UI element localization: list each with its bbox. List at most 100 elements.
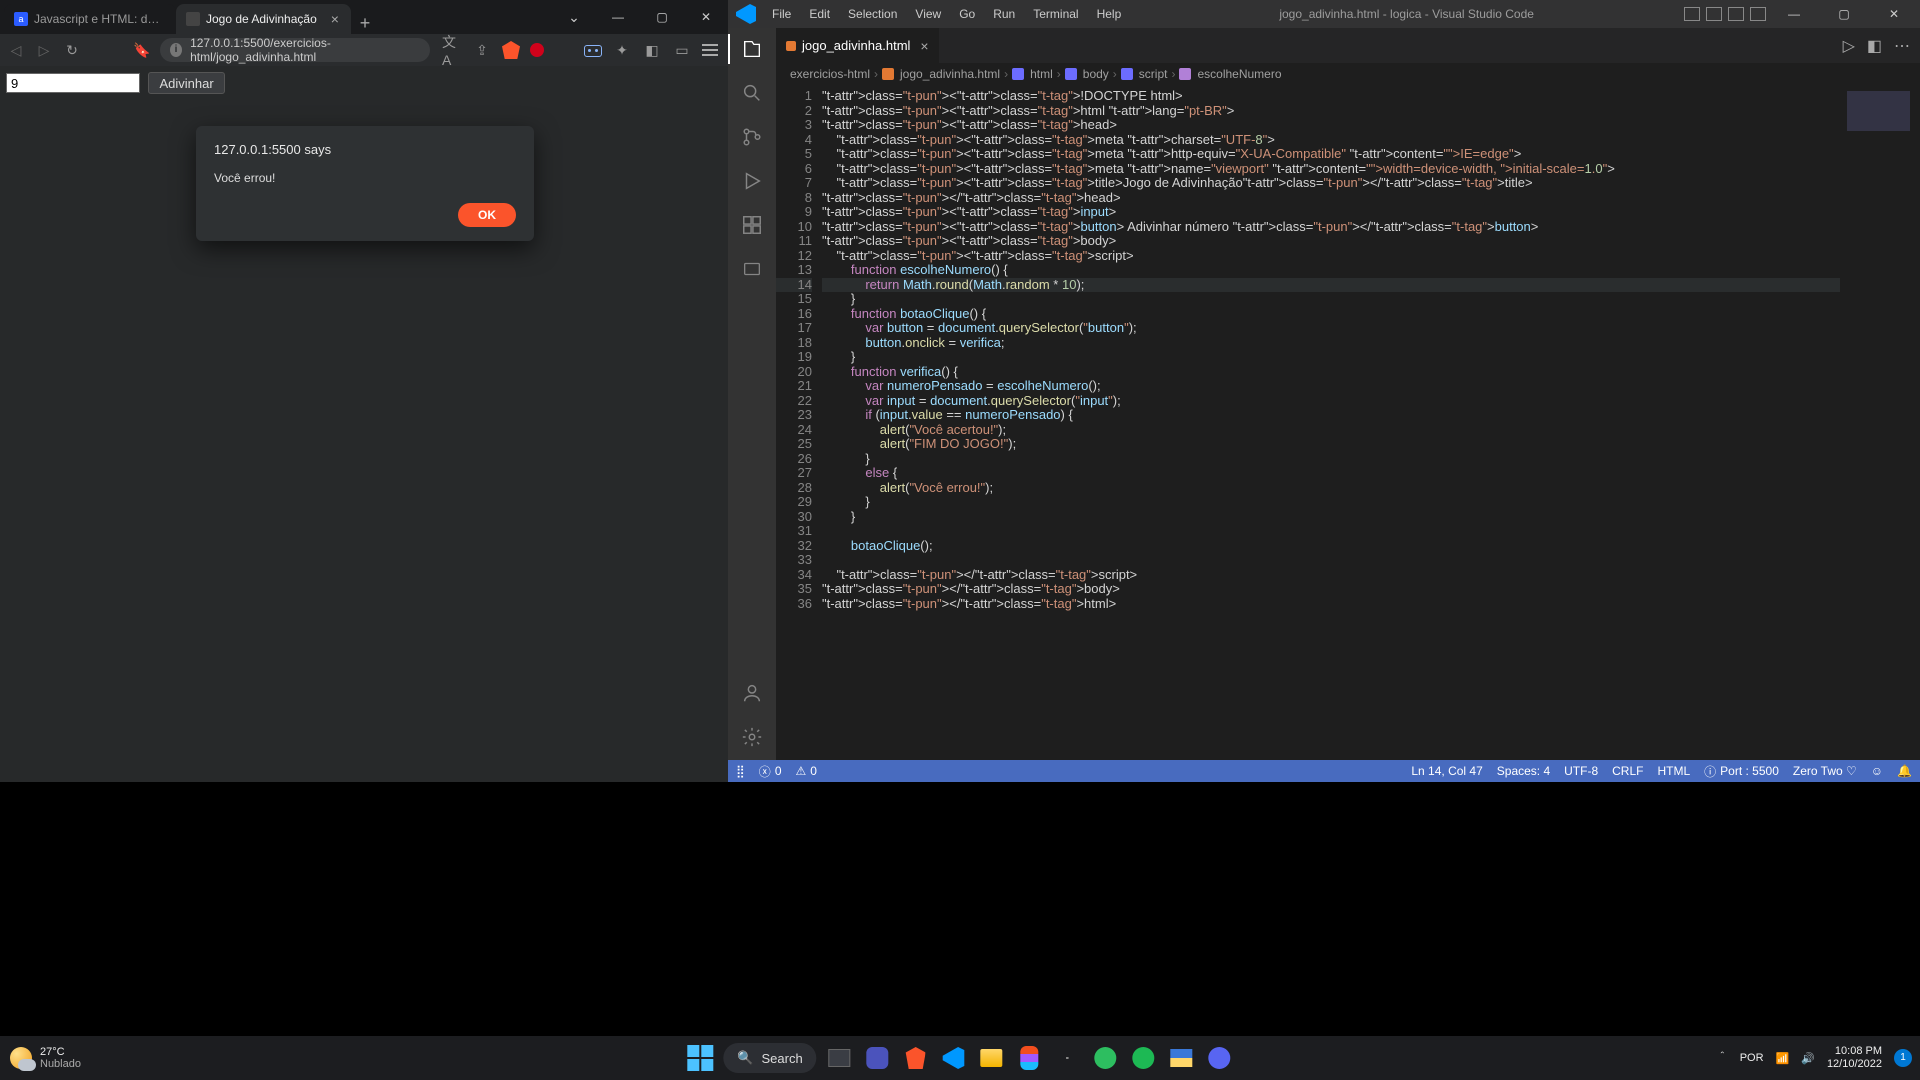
bookmark-icon[interactable]: 🔖: [132, 40, 152, 60]
notifications-button[interactable]: 1: [1894, 1049, 1912, 1067]
address-bar[interactable]: i 127.0.0.1:5500/exercicios-html/jogo_ad…: [160, 38, 430, 62]
brave-shield-icon[interactable]: [502, 41, 520, 59]
explorer-icon[interactable]: [739, 36, 765, 62]
reload-button[interactable]: ↻: [62, 40, 82, 60]
eol[interactable]: CRLF: [1612, 764, 1643, 778]
taskbar-app-discord[interactable]: [1205, 1043, 1235, 1073]
taskbar-app-evernote[interactable]: [1091, 1043, 1121, 1073]
browser-window-controls: ⌄ — ▢ ✕: [552, 0, 728, 34]
split-editor-icon[interactable]: ◧: [1867, 36, 1882, 56]
indentation[interactable]: Spaces: 4: [1497, 764, 1550, 778]
maximize-button[interactable]: ▢: [640, 2, 684, 32]
menu-help[interactable]: Help: [1089, 3, 1130, 25]
wallet-icon[interactable]: ▭: [672, 40, 692, 60]
menu-go[interactable]: Go: [951, 3, 983, 25]
tray-wifi-icon[interactable]: 📶: [1776, 1052, 1790, 1065]
dialog-ok-button[interactable]: OK: [458, 203, 516, 227]
remote-icon[interactable]: ⣿: [736, 764, 745, 778]
start-button[interactable]: [685, 1043, 715, 1073]
account-icon[interactable]: [739, 680, 765, 706]
taskbar-app-monitor[interactable]: [1167, 1043, 1197, 1073]
taskbar-app-figma[interactable]: [1015, 1043, 1045, 1073]
minimize-button[interactable]: —: [596, 2, 640, 32]
guess-button[interactable]: Adivinhar: [148, 72, 224, 94]
breadcrumbs[interactable]: exercicios-html› jogo_adivinha.html› htm…: [776, 63, 1920, 85]
menu-run[interactable]: Run: [985, 3, 1023, 25]
feedback-icon[interactable]: ☺: [1871, 764, 1883, 778]
run-icon[interactable]: ▷: [1843, 36, 1855, 56]
taskbar-app-vscode[interactable]: [939, 1043, 969, 1073]
crumb[interactable]: body: [1083, 67, 1109, 81]
taskbar-app-explorer[interactable]: [977, 1043, 1007, 1073]
menu-edit[interactable]: Edit: [801, 3, 838, 25]
crumb[interactable]: jogo_adivinha.html: [900, 67, 1000, 81]
menu-terminal[interactable]: Terminal: [1025, 3, 1086, 25]
extensions-icon[interactable]: [739, 212, 765, 238]
crumb[interactable]: escolheNumero: [1197, 67, 1281, 81]
windows-taskbar: 27°C Nublado 🔍 Search ＾ POR 📶: [0, 1036, 1920, 1080]
run-debug-icon[interactable]: [739, 168, 765, 194]
search-icon[interactable]: [739, 80, 765, 106]
settings-gear-icon[interactable]: [739, 724, 765, 750]
bell-icon[interactable]: 🔔: [1897, 764, 1912, 778]
taskbar-search[interactable]: 🔍 Search: [723, 1043, 816, 1073]
layout-icon[interactable]: [1728, 7, 1744, 21]
back-button[interactable]: ◁: [6, 40, 26, 60]
translate-icon[interactable]: 文A: [442, 40, 462, 60]
guess-input[interactable]: [6, 73, 140, 93]
favicon-icon: [186, 12, 200, 26]
browser-tab-inactive[interactable]: a Javascript e HTML: desenvolva um jog: [4, 4, 176, 34]
task-view-button[interactable]: [825, 1043, 855, 1073]
browser-tab-active[interactable]: Jogo de Adivinhação ×: [176, 4, 351, 34]
live-server-port[interactable]: ⓘ Port : 5500: [1704, 763, 1779, 780]
crumb[interactable]: exercicios-html: [790, 67, 870, 81]
brave-rewards-icon[interactable]: [530, 43, 544, 57]
sidepanel-icon[interactable]: ◧: [642, 40, 662, 60]
code-editor[interactable]: 1234567891011121314151617181920212223242…: [776, 85, 1920, 760]
new-tab-button[interactable]: +: [351, 13, 379, 34]
cursor-position[interactable]: Ln 14, Col 47: [1411, 764, 1482, 778]
minimap[interactable]: [1840, 85, 1920, 760]
weather-icon: [10, 1047, 32, 1069]
layout-icon[interactable]: [1684, 7, 1700, 21]
docker-icon[interactable]: [739, 256, 765, 282]
problems-errors[interactable]: ⓧ 0: [759, 763, 782, 780]
code-content[interactable]: "t-attr">class="t-pun"><"t-attr">class="…: [822, 85, 1840, 760]
menu-button[interactable]: [702, 44, 718, 56]
tray-clock[interactable]: 10:08 PM 12/10/2022: [1827, 1045, 1882, 1071]
menu-selection[interactable]: Selection: [840, 3, 905, 25]
tray-language[interactable]: POR: [1740, 1052, 1764, 1064]
weather-widget[interactable]: 27°C Nublado: [0, 1046, 81, 1070]
theme-name[interactable]: Zero Two ♡: [1793, 764, 1857, 778]
more-icon[interactable]: ⋯: [1894, 36, 1910, 56]
crumb[interactable]: script: [1139, 67, 1168, 81]
close-button[interactable]: ✕: [684, 2, 728, 32]
source-control-icon[interactable]: [739, 124, 765, 150]
extensions-icon[interactable]: ✦: [612, 40, 632, 60]
taskbar-app-spotify[interactable]: [1129, 1043, 1159, 1073]
encoding[interactable]: UTF-8: [1564, 764, 1598, 778]
site-info-icon[interactable]: i: [170, 43, 182, 57]
language-mode[interactable]: HTML: [1657, 764, 1690, 778]
tray-volume-icon[interactable]: 🔊: [1801, 1052, 1815, 1065]
close-button[interactable]: ✕: [1872, 7, 1916, 21]
close-icon[interactable]: ×: [920, 38, 928, 54]
crumb[interactable]: html: [1030, 67, 1053, 81]
minimize-button[interactable]: —: [1772, 7, 1816, 21]
robot-icon[interactable]: [584, 43, 602, 57]
taskbar-app-brave[interactable]: [901, 1043, 931, 1073]
forward-button[interactable]: ▷: [34, 40, 54, 60]
file-tab[interactable]: jogo_adivinha.html ×: [776, 28, 940, 63]
tray-chevron-icon[interactable]: ＾: [1717, 1050, 1728, 1066]
layout-icon[interactable]: [1706, 7, 1722, 21]
chevron-down-icon[interactable]: ⌄: [552, 2, 596, 32]
taskbar-app-teams[interactable]: [863, 1043, 893, 1073]
problems-warnings[interactable]: ⚠ 0: [796, 764, 817, 778]
layout-icon[interactable]: [1750, 7, 1766, 21]
menu-view[interactable]: View: [907, 3, 949, 25]
taskbar-app-notion[interactable]: [1053, 1043, 1083, 1073]
menu-file[interactable]: File: [764, 3, 799, 25]
share-icon[interactable]: ⇪: [472, 40, 492, 60]
close-icon[interactable]: ×: [331, 11, 339, 27]
maximize-button[interactable]: ▢: [1822, 7, 1866, 21]
